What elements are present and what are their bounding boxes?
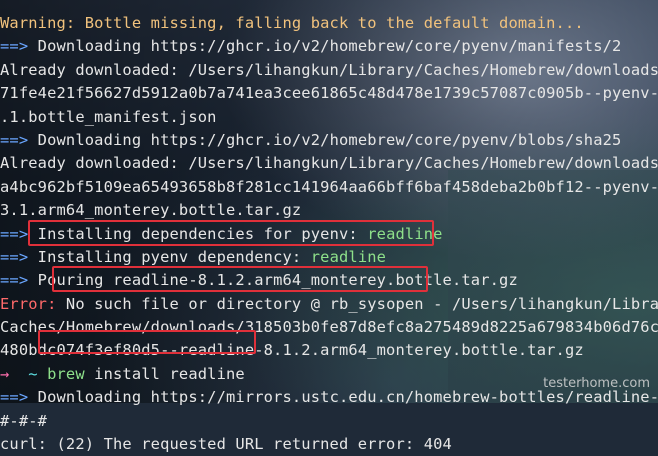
- terminal-text-segment: #-#-#: [0, 411, 48, 430]
- terminal-line: Error: No such file or directory @ rb_sy…: [0, 293, 658, 316]
- terminal-line: #-#-#: [0, 410, 658, 433]
- terminal-text-segment: Already downloaded: /Users/lihangkun/Lib…: [0, 60, 658, 79]
- watermark-text: testerhome.com: [543, 376, 650, 391]
- terminal-text-segment: Downloading https://ghcr.io/v2/homebrew/…: [37, 130, 622, 149]
- terminal-line: Already downloaded: /Users/lihangkun/Lib…: [0, 59, 658, 82]
- terminal-line: Already downloaded: /Users/lihangkun/Lib…: [0, 152, 658, 175]
- terminal-line: ==> Downloading https://ghcr.io/v2/homeb…: [0, 129, 658, 152]
- terminal-line: curl: (22) The requested URL returned er…: [0, 433, 658, 456]
- terminal-line: .1.bottle_manifest.json: [0, 106, 658, 129]
- terminal-text-segment: ==>: [0, 130, 38, 149]
- terminal-text-segment: ==>: [0, 247, 38, 266]
- terminal-text-segment: 3.1.arm64_monterey.bottle.tar.gz: [0, 201, 302, 220]
- terminal-text-segment: ==>: [0, 271, 38, 290]
- terminal-text-segment: ==>: [0, 37, 38, 56]
- terminal-text-segment: readline: [367, 224, 443, 243]
- terminal-output[interactable]: Warning: Bottle missing, falling back to…: [0, 0, 658, 453]
- terminal-line: ==> Downloading https://ghcr.io/v2/homeb…: [0, 35, 658, 58]
- terminal-text-segment: ==>: [0, 224, 38, 243]
- terminal-text-segment: readline: [310, 247, 387, 266]
- terminal-line: 71fe4e21f56627d5912a0b7a741ea3cee61865c4…: [0, 82, 658, 105]
- terminal-text-segment: 480bdc074f3ef80d5--readline-8.1.2.arm64_…: [0, 341, 584, 360]
- terminal-line: ==> Installing pyenv dependency: readlin…: [0, 246, 658, 269]
- terminal-line: ==> Installing dependencies for pyenv: r…: [0, 223, 658, 246]
- terminal-line: 3.1.arm64_monterey.bottle.tar.gz: [0, 199, 658, 222]
- terminal-text-segment: curl: (22) The requested URL returned er…: [0, 435, 452, 454]
- terminal-text-segment: 71fe4e21f56627d5912a0b7a741ea3cee61865c4…: [0, 84, 658, 103]
- terminal-text-segment: Downloading https://ghcr.io/v2/homebrew/…: [37, 37, 622, 56]
- terminal-text-segment: Pouring readline-8.1.2.arm64_monterey.bo…: [37, 271, 518, 290]
- terminal-text-segment: Installing pyenv dependency:: [37, 247, 311, 266]
- terminal-text-segment: brew: [47, 364, 85, 383]
- terminal-text-segment: Installing dependencies for pyenv:: [37, 224, 368, 243]
- terminal-text-segment: install readline: [84, 364, 245, 383]
- terminal-text-segment: ~: [28, 364, 48, 383]
- terminal-text-segment: a4bc962bf5109ea65493658b8f281cc141964aa6…: [0, 177, 658, 196]
- terminal-text-segment: Warning: Bottle missing, falling back to…: [0, 14, 584, 32]
- terminal-text-segment: Error:: [0, 294, 66, 313]
- terminal-line: Caches/Homebrew/downloads/318503b0fe87d8…: [0, 316, 658, 339]
- terminal-line: 480bdc074f3ef80d5--readline-8.1.2.arm64_…: [0, 339, 658, 362]
- terminal-text-segment: Already downloaded: /Users/lihangkun/Lib…: [0, 154, 658, 173]
- terminal-text-segment: ==>: [0, 388, 38, 407]
- terminal-text-segment: →: [0, 364, 29, 383]
- terminal-text-segment: .1.bottle_manifest.json: [0, 107, 217, 126]
- terminal-text-segment: No such file or directory @ rb_sysopen -…: [65, 294, 658, 313]
- terminal-line: Warning: Bottle missing, falling back to…: [0, 12, 658, 35]
- terminal-text-segment: Caches/Homebrew/downloads/318503b0fe87d8…: [0, 318, 658, 337]
- terminal-line: a4bc962bf5109ea65493658b8f281cc141964aa6…: [0, 176, 658, 199]
- terminal-line: ==> Pouring readline-8.1.2.arm64_montere…: [0, 269, 658, 292]
